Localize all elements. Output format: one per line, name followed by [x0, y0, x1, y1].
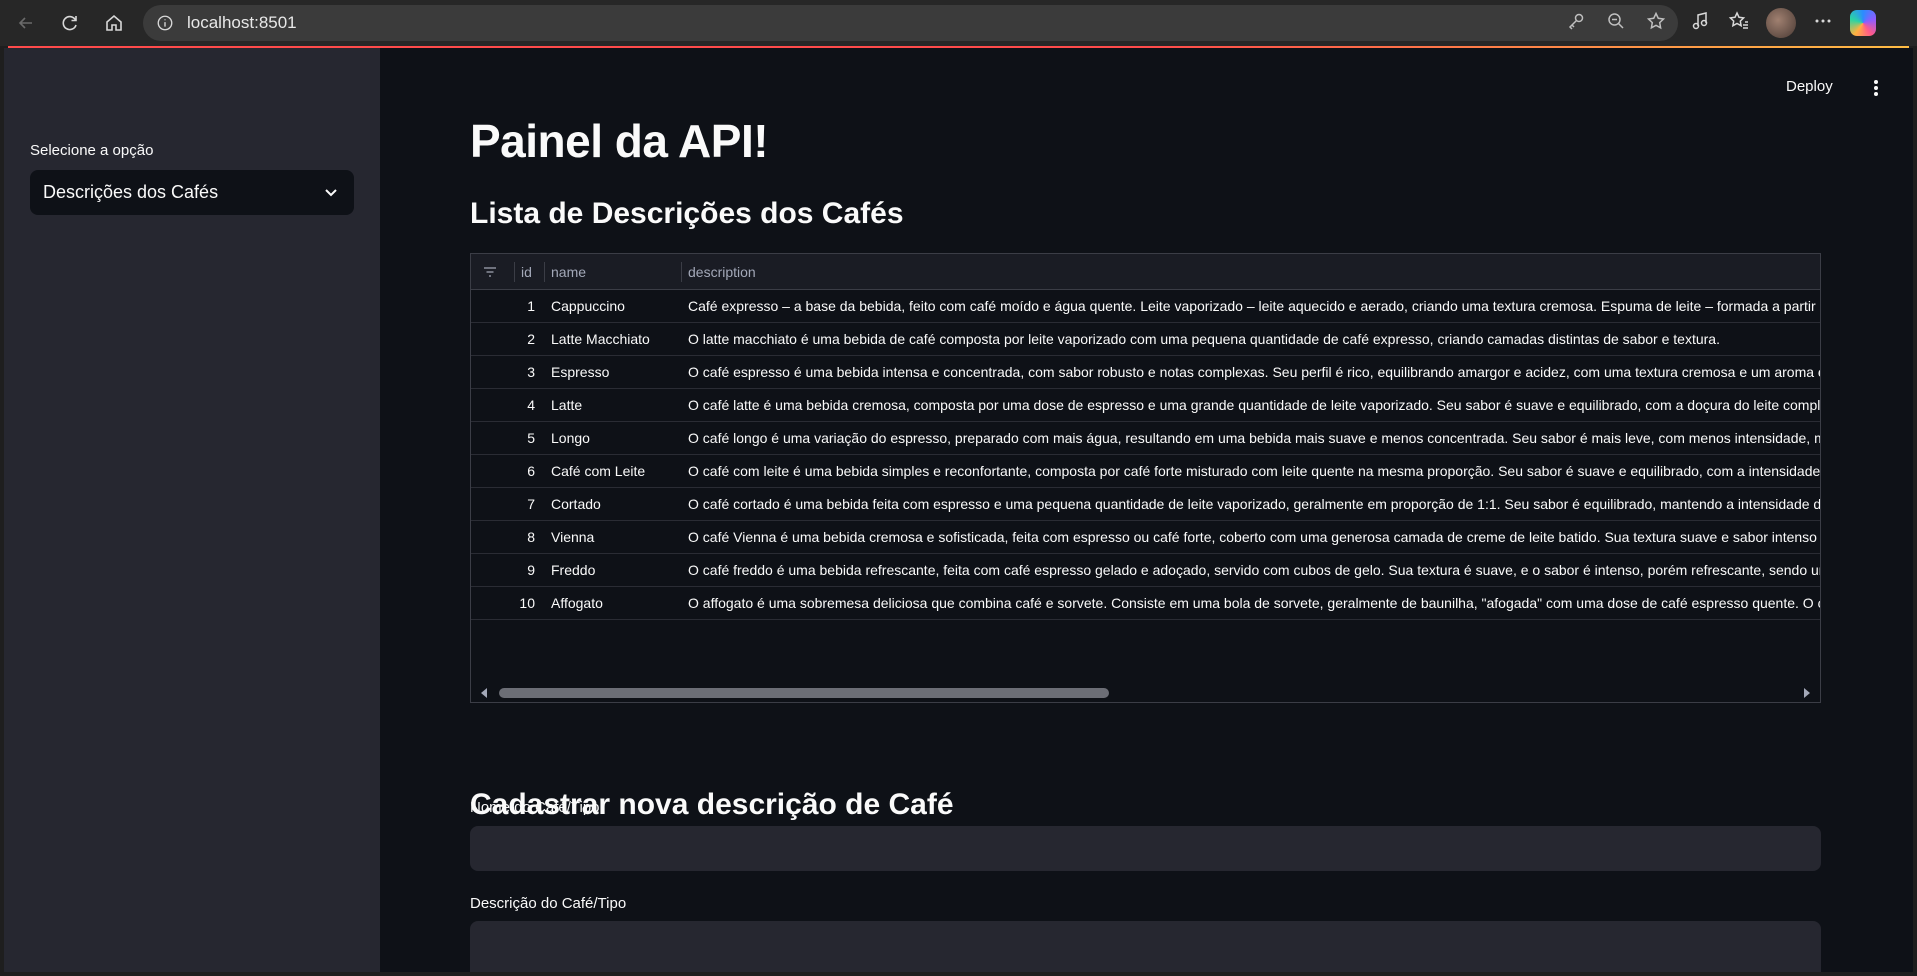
table-row[interactable]: 4 Latte O café latte é uma bebida cremos…	[471, 389, 1820, 422]
table-row[interactable]: 3 Espresso O café espresso é uma bebida …	[471, 356, 1820, 389]
table-row[interactable]: 9 Freddo O café freddo é uma bebida refr…	[471, 554, 1820, 587]
address-bar[interactable]: localhost:8501	[143, 5, 1678, 41]
data-table[interactable]: id name description 1 Cappuccino Café ex…	[470, 253, 1821, 703]
extensions-music-icon[interactable]	[1690, 10, 1712, 37]
cell-description[interactable]: O café latte é uma bebida cremosa, compo…	[688, 389, 1820, 422]
main-menu-icon[interactable]	[1866, 76, 1886, 100]
chevron-down-icon	[325, 189, 337, 197]
column-header-id[interactable]: id	[514, 254, 532, 290]
cell-name[interactable]: Latte	[551, 389, 681, 422]
table-row[interactable]: 7 Cortado O café cortado é uma bebida fe…	[471, 488, 1820, 521]
table-row[interactable]: 10 Affogato O affogato é uma sobremesa d…	[471, 587, 1820, 620]
cell-name[interactable]: Cortado	[551, 488, 681, 521]
table-row[interactable]: 8 Vienna O café Vienna é uma bebida crem…	[471, 521, 1820, 554]
sidebar: Selecione a opção Descrições dos Cafés	[4, 48, 380, 972]
cell-description[interactable]: O affogato é uma sobremesa deliciosa que…	[688, 587, 1820, 620]
cell-description[interactable]: Café expresso – a base da bebida, feito …	[688, 290, 1820, 323]
cell-description[interactable]: O latte macchiato é uma bebida de café c…	[688, 323, 1820, 356]
cell-id[interactable]: 8	[499, 521, 535, 554]
scroll-right-icon[interactable]	[1802, 687, 1812, 699]
cell-name[interactable]: Café com Leite	[551, 455, 681, 488]
name-field-label: Nome do Café/Tipo	[470, 799, 600, 816]
cell-description[interactable]: O café espresso é uma bebida intensa e c…	[688, 356, 1820, 389]
cell-id[interactable]: 7	[499, 488, 535, 521]
scroll-left-icon[interactable]	[479, 687, 489, 699]
column-header-description[interactable]: description	[681, 254, 756, 290]
cell-id[interactable]: 5	[499, 422, 535, 455]
description-field-label: Descrição do Café/Tipo	[470, 895, 627, 912]
cell-id[interactable]: 10	[499, 587, 535, 620]
option-select[interactable]: Descrições dos Cafés	[30, 170, 354, 215]
cell-name[interactable]: Freddo	[551, 554, 681, 587]
coffee-name-input[interactable]	[470, 826, 1821, 871]
cell-id[interactable]: 6	[499, 455, 535, 488]
table-row[interactable]: 6 Café com Leite O café com leite é uma …	[471, 455, 1820, 488]
table-row[interactable]: 5 Longo O café longo é uma variação do e…	[471, 422, 1820, 455]
cell-id[interactable]: 3	[499, 356, 535, 389]
cell-name[interactable]: Vienna	[551, 521, 681, 554]
cell-name[interactable]: Longo	[551, 422, 681, 455]
cell-description[interactable]: O café freddo é uma bebida refrescante, …	[688, 554, 1820, 587]
cell-id[interactable]: 4	[499, 389, 535, 422]
back-icon[interactable]	[8, 5, 44, 41]
more-options-icon[interactable]	[1812, 10, 1834, 37]
cell-description[interactable]: O café longo é uma variação do espresso,…	[688, 422, 1820, 455]
option-select-value: Descrições dos Cafés	[43, 182, 219, 202]
coffee-description-textarea[interactable]	[470, 921, 1821, 972]
browser-toolbar: localhost:8501	[0, 0, 1917, 46]
table-row[interactable]: 1 Cappuccino Café expresso – a base da b…	[471, 290, 1820, 323]
favorite-star-icon[interactable]	[1646, 11, 1666, 36]
cell-name[interactable]: Latte Macchiato	[551, 323, 681, 356]
url-text[interactable]: localhost:8501	[187, 13, 297, 33]
scrollbar-thumb[interactable]	[499, 688, 1109, 698]
streamlit-app: Selecione a opção Descrições dos Cafés D…	[4, 48, 1913, 972]
profile-avatar[interactable]	[1766, 8, 1796, 38]
deploy-button[interactable]: Deploy	[1786, 78, 1833, 95]
site-info-icon[interactable]	[155, 13, 175, 33]
cell-name[interactable]: Cappuccino	[551, 290, 681, 323]
table-row[interactable]: 2 Latte Macchiato O latte macchiato é um…	[471, 323, 1820, 356]
cell-description[interactable]: O café cortado é uma bebida feita com es…	[688, 488, 1820, 521]
filter-icon[interactable]	[481, 263, 499, 281]
page-title: Painel da API!	[470, 115, 769, 167]
list-heading: Lista de Descrições dos Cafés	[470, 197, 904, 230]
copilot-icon[interactable]	[1850, 10, 1876, 36]
table-header: id name description	[471, 254, 1820, 290]
cell-description[interactable]: O café com leite é uma bebida simples e …	[688, 455, 1820, 488]
home-icon[interactable]	[96, 5, 132, 41]
column-header-name[interactable]: name	[543, 254, 586, 290]
cell-id[interactable]: 1	[499, 290, 535, 323]
favorites-icon[interactable]	[1728, 10, 1750, 37]
cell-name[interactable]: Affogato	[551, 587, 681, 620]
horizontal-scrollbar[interactable]	[471, 684, 1820, 702]
select-label: Selecione a opção	[30, 142, 154, 159]
cell-name[interactable]: Espresso	[551, 356, 681, 389]
cell-id[interactable]: 9	[499, 554, 535, 587]
reload-icon[interactable]	[52, 5, 88, 41]
cell-description[interactable]: O café Vienna é uma bebida cremosa e sof…	[688, 521, 1820, 554]
key-icon[interactable]	[1566, 11, 1586, 36]
zoom-out-icon[interactable]	[1606, 11, 1626, 36]
cell-id[interactable]: 2	[499, 323, 535, 356]
